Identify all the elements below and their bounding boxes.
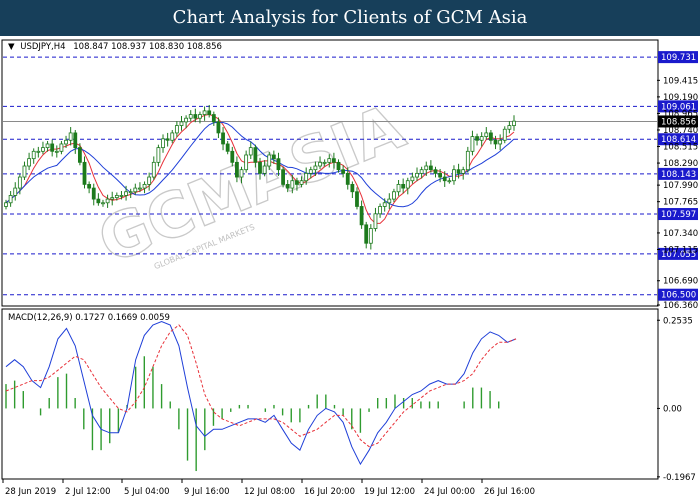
time-tick-label: 24 Jul 00:00 (424, 487, 475, 497)
macd-tick-label: -0.1967 (663, 473, 696, 483)
time-tick-label: 16 Jul 20:00 (304, 487, 355, 497)
time-tick-label: 12 Jul 08:00 (244, 487, 295, 497)
price-tick-label: 108.515 (663, 143, 698, 153)
level-badge-label: 108.143 (661, 170, 696, 180)
ohlc-values: 108.847 108.937 108.830 108.856 (73, 42, 222, 52)
macd-tick-label: 0.2535 (663, 316, 693, 326)
price-tick-label: 109.190 (663, 93, 698, 103)
price-tick-label: 106.690 (663, 277, 698, 287)
chart-symbol-header: ▼ USDJPY,H4 108.847 108.937 108.830 108.… (8, 42, 222, 52)
price-tick-label: 109.415 (663, 76, 698, 86)
level-badge-label: 109.731 (661, 53, 696, 63)
time-tick-label: 19 Jul 12:00 (364, 487, 415, 497)
level-badge-label: 106.500 (661, 291, 696, 301)
time-tick-label: 2 Jul 12:00 (65, 487, 111, 497)
dropdown-triangle-icon[interactable]: ▼ (8, 42, 15, 52)
time-tick-label: 9 Jul 16:00 (184, 487, 230, 497)
price-tick-label: 107.115 (663, 245, 698, 255)
level-badge-label: 107.597 (661, 210, 696, 220)
time-tick-label: 26 Jul 16:00 (484, 487, 535, 497)
price-chart[interactable]: GCMASIA GLOBAL CAPITAL MARKETS 109.73110… (0, 36, 700, 500)
price-tick-label: 107.990 (663, 181, 698, 191)
price-tick-label: 108.965 (663, 109, 698, 119)
price-tick-label: 108.740 (663, 126, 698, 136)
symbol-label: USDJPY,H4 (20, 42, 65, 52)
price-tick-label: 108.290 (663, 159, 698, 169)
macd-panel-frame (1, 308, 659, 480)
time-tick-label: 28 Jun 2019 (5, 487, 56, 497)
price-tick-label: 106.360 (663, 301, 698, 311)
time-tick-label: 5 Jul 04:00 (124, 487, 170, 497)
candle (281, 166, 285, 188)
price-tick-label: 107.765 (663, 198, 698, 208)
chart-banner-title: Chart Analysis for Clients of GCM Asia (0, 0, 700, 36)
macd-header: MACD(12,26,9) 0.1727 0.1669 0.0059 (8, 313, 170, 323)
price-tick-label: 107.340 (663, 229, 698, 239)
macd-tick-label: 0.00 (663, 404, 682, 414)
